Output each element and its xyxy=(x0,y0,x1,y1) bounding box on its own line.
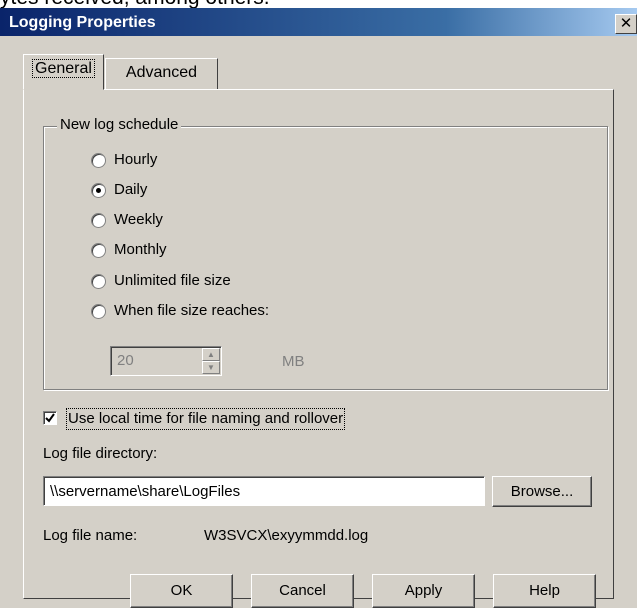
log-file-directory-input[interactable] xyxy=(43,476,485,506)
log-file-directory-label: Log file directory: xyxy=(43,445,158,462)
radio-daily-label: Daily xyxy=(114,181,148,198)
local-time-checkbox[interactable] xyxy=(43,411,57,425)
radio-weekly-label: Weekly xyxy=(114,211,163,228)
radio-button-icon[interactable] xyxy=(91,304,106,319)
log-file-name-label: Log file name: xyxy=(43,527,138,544)
tab-advanced-label: Advanced xyxy=(125,64,198,81)
cancel-button[interactable]: Cancel xyxy=(251,574,354,608)
close-button[interactable]: ✕ xyxy=(615,14,637,34)
ok-button[interactable]: OK xyxy=(130,574,233,608)
file-size-spinner[interactable]: 20 ▲ ▼ xyxy=(110,346,222,376)
spin-down-button[interactable]: ▼ xyxy=(202,361,220,374)
radio-unlimited-label: Unlimited file size xyxy=(114,272,231,289)
radio-hourly-label: Hourly xyxy=(114,151,158,168)
radio-button-icon[interactable] xyxy=(91,274,106,289)
log-schedule-group: New log schedule Hourly Daily Weekly Mon… xyxy=(43,116,608,390)
tab-general-label: General xyxy=(32,59,95,78)
file-size-value: 20 xyxy=(117,352,134,369)
apply-button[interactable]: Apply xyxy=(372,574,475,608)
caption-above-dialog: ytes received, among others. xyxy=(0,0,637,8)
tab-advanced[interactable]: Advanced xyxy=(105,58,218,90)
radio-file-size-label: When file size reaches: xyxy=(114,302,270,319)
help-button[interactable]: Help xyxy=(493,574,596,608)
arrow-up-icon: ▲ xyxy=(207,350,215,359)
checkmark-icon xyxy=(45,413,55,423)
local-time-label: Use local time for file naming and rollo… xyxy=(66,408,346,430)
radio-button-icon[interactable] xyxy=(91,213,106,228)
arrow-down-icon: ▼ xyxy=(207,363,215,372)
radio-selected-dot-icon xyxy=(96,188,101,193)
title-bar[interactable]: Logging Properties ✕ xyxy=(0,8,637,36)
window-title: Logging Properties xyxy=(9,14,156,31)
spin-up-button[interactable]: ▲ xyxy=(202,348,220,361)
radio-monthly-label: Monthly xyxy=(114,241,167,258)
browse-button[interactable]: Browse... xyxy=(492,476,592,507)
tab-general[interactable]: General xyxy=(23,54,104,90)
log-file-name-value: W3SVCX\exyymmdd.log xyxy=(204,527,369,544)
radio-button-icon[interactable] xyxy=(91,243,106,258)
logging-properties-dialog: Logging Properties ✕ General Advanced Ne… xyxy=(0,8,637,608)
general-tab-page: New log schedule Hourly Daily Weekly Mon… xyxy=(23,89,614,599)
log-schedule-group-label: New log schedule xyxy=(57,116,182,134)
radio-button-icon[interactable] xyxy=(91,153,106,168)
radio-button-icon[interactable] xyxy=(91,183,106,198)
close-icon: ✕ xyxy=(619,15,633,32)
file-size-unit: MB xyxy=(282,353,305,370)
